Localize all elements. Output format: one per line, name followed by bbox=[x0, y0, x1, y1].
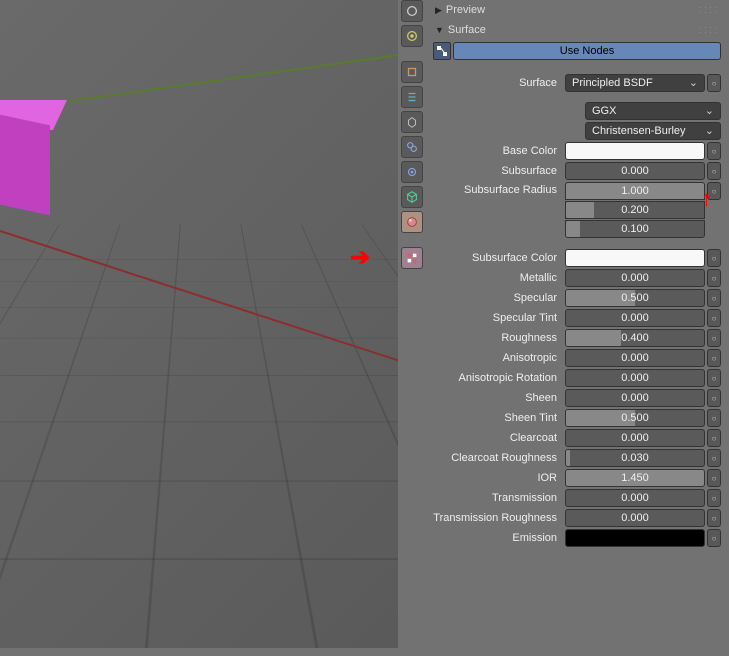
annotation-arrow-up: ↑ bbox=[701, 186, 712, 212]
metallic-socket[interactable] bbox=[707, 269, 721, 287]
subsurface-radius-label: Subsurface Radius bbox=[433, 182, 563, 196]
transmission-field[interactable]: 0.000 bbox=[565, 489, 705, 507]
subsurface-color-socket[interactable] bbox=[707, 249, 721, 267]
transmission-label: Transmission bbox=[433, 492, 563, 504]
cube-front-face bbox=[0, 115, 50, 216]
render-layers-tab[interactable] bbox=[401, 25, 423, 47]
anisotropic-rotation-label: Anisotropic Rotation bbox=[433, 372, 563, 384]
ior-label: IOR bbox=[433, 472, 563, 484]
modifiers-tab[interactable] bbox=[401, 161, 423, 183]
subsurface-radius-r[interactable]: 1.000 bbox=[565, 182, 705, 200]
clearcoat-field[interactable]: 0.000 bbox=[565, 429, 705, 447]
sheen-tint-socket[interactable] bbox=[707, 409, 721, 427]
expand-icon: ▶ bbox=[435, 5, 442, 16]
use-nodes-button[interactable]: Use Nodes bbox=[453, 42, 721, 60]
anisotropic-rotation-socket[interactable] bbox=[707, 369, 721, 387]
annotation-arrow-right: ➔ bbox=[350, 243, 370, 272]
render-tab[interactable] bbox=[401, 0, 423, 22]
material-tab[interactable] bbox=[401, 211, 423, 233]
surface-node-socket[interactable] bbox=[707, 74, 721, 92]
subsurface-color-label: Subsurface Color bbox=[433, 252, 563, 264]
subsurface-label: Subsurface bbox=[433, 165, 563, 177]
subsurface-radius-b[interactable]: 0.100 bbox=[565, 220, 705, 238]
transmission-roughness-label: Transmission Roughness bbox=[433, 512, 563, 524]
clearcoat-socket[interactable] bbox=[707, 429, 721, 447]
base-color-socket[interactable] bbox=[707, 142, 721, 160]
nodes-icon[interactable] bbox=[433, 42, 451, 60]
subsurface-radius-g[interactable]: 0.200 bbox=[565, 201, 705, 219]
clearcoat-label: Clearcoat bbox=[433, 432, 563, 444]
transmission-socket[interactable] bbox=[707, 489, 721, 507]
anisotropic-socket[interactable] bbox=[707, 349, 721, 367]
properties-tabs bbox=[398, 0, 425, 656]
clearcoat-roughness-field[interactable]: 0.030 bbox=[565, 449, 705, 467]
base-color-field[interactable] bbox=[565, 142, 705, 160]
roughness-label: Roughness bbox=[433, 332, 563, 344]
3d-viewport[interactable] bbox=[0, 0, 398, 648]
constraints-tab[interactable] bbox=[401, 136, 423, 158]
object-tab[interactable] bbox=[401, 111, 423, 133]
metallic-label: Metallic bbox=[433, 272, 563, 284]
surface-shader-select[interactable]: Principled BSDF bbox=[565, 74, 705, 92]
roughness-field[interactable]: 0.400 bbox=[565, 329, 705, 347]
sheen-tint-field[interactable]: 0.500 bbox=[565, 409, 705, 427]
collapse-icon: ▼ bbox=[435, 25, 444, 35]
ior-field[interactable]: 1.450 bbox=[565, 469, 705, 487]
metallic-field[interactable]: 0.000 bbox=[565, 269, 705, 287]
anisotropic-field[interactable]: 0.000 bbox=[565, 349, 705, 367]
world-tab[interactable] bbox=[401, 86, 423, 108]
clearcoat-roughness-socket[interactable] bbox=[707, 449, 721, 467]
transmission-roughness-socket[interactable] bbox=[707, 509, 721, 527]
emission-color-field[interactable] bbox=[565, 529, 705, 547]
surface-label: Surface bbox=[448, 24, 486, 36]
sheen-tint-label: Sheen Tint bbox=[433, 412, 563, 424]
transmission-roughness-field[interactable]: 0.000 bbox=[565, 509, 705, 527]
panel-grip-icon: :::: bbox=[699, 24, 719, 36]
cube-object[interactable] bbox=[0, 90, 70, 210]
roughness-socket[interactable] bbox=[707, 329, 721, 347]
sheen-label: Sheen bbox=[433, 392, 563, 404]
sheen-socket[interactable] bbox=[707, 389, 721, 407]
base-color-label: Base Color bbox=[433, 145, 563, 157]
axis-x bbox=[0, 230, 398, 386]
distribution-select[interactable]: GGX bbox=[585, 102, 721, 120]
scene-tab[interactable] bbox=[401, 61, 423, 83]
emission-socket[interactable] bbox=[707, 529, 721, 547]
data-tab[interactable] bbox=[401, 186, 423, 208]
ior-socket[interactable] bbox=[707, 469, 721, 487]
emission-label: Emission bbox=[433, 532, 563, 544]
specular-tint-socket[interactable] bbox=[707, 309, 721, 327]
specular-field[interactable]: 0.500 bbox=[565, 289, 705, 307]
anisotropic-rotation-field[interactable]: 0.000 bbox=[565, 369, 705, 387]
specular-tint-label: Specular Tint bbox=[433, 312, 563, 324]
preview-label: Preview bbox=[446, 4, 485, 16]
anisotropic-label: Anisotropic bbox=[433, 352, 563, 364]
subsurface-socket[interactable] bbox=[707, 162, 721, 180]
clearcoat-roughness-label: Clearcoat Roughness bbox=[433, 452, 563, 464]
properties-panel: ▶ Preview :::: ▼ Surface :::: Use Nodes … bbox=[425, 0, 729, 656]
panel-grip-icon: :::: bbox=[699, 4, 719, 16]
specular-label: Specular bbox=[433, 292, 563, 304]
preview-panel-header[interactable]: ▶ Preview :::: bbox=[429, 0, 725, 20]
sheen-field[interactable]: 0.000 bbox=[565, 389, 705, 407]
sss-method-select[interactable]: Christensen-Burley bbox=[585, 122, 721, 140]
subsurface-field[interactable]: 0.000 bbox=[565, 162, 705, 180]
texture-tab[interactable] bbox=[401, 247, 423, 269]
subsurface-color-field[interactable] bbox=[565, 249, 705, 267]
surface-panel-header[interactable]: ▼ Surface :::: bbox=[429, 20, 725, 40]
surface-prop-label: Surface bbox=[433, 77, 563, 89]
specular-tint-field[interactable]: 0.000 bbox=[565, 309, 705, 327]
specular-socket[interactable] bbox=[707, 289, 721, 307]
